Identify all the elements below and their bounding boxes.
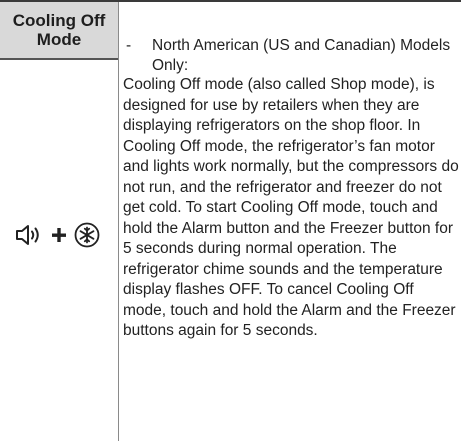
bullet-dash: - (126, 37, 132, 54)
mode-column: Cooling Off Mode (0, 2, 118, 441)
header-rule (0, 58, 118, 60)
speaker-icon (14, 222, 44, 248)
mode-description: - North American (US and Canadian) Model… (118, 2, 461, 441)
description-paragraph: Cooling Off mode (also called Shop mode)… (123, 76, 459, 339)
snowflake-icon (74, 222, 100, 248)
plus-icon (50, 222, 68, 248)
mode-header-label: Cooling Off Mode (12, 11, 106, 49)
bullet-text: North American (US and Canadian) Models … (152, 37, 451, 74)
button-combination (14, 222, 106, 248)
mode-header: Cooling Off Mode (0, 2, 118, 58)
